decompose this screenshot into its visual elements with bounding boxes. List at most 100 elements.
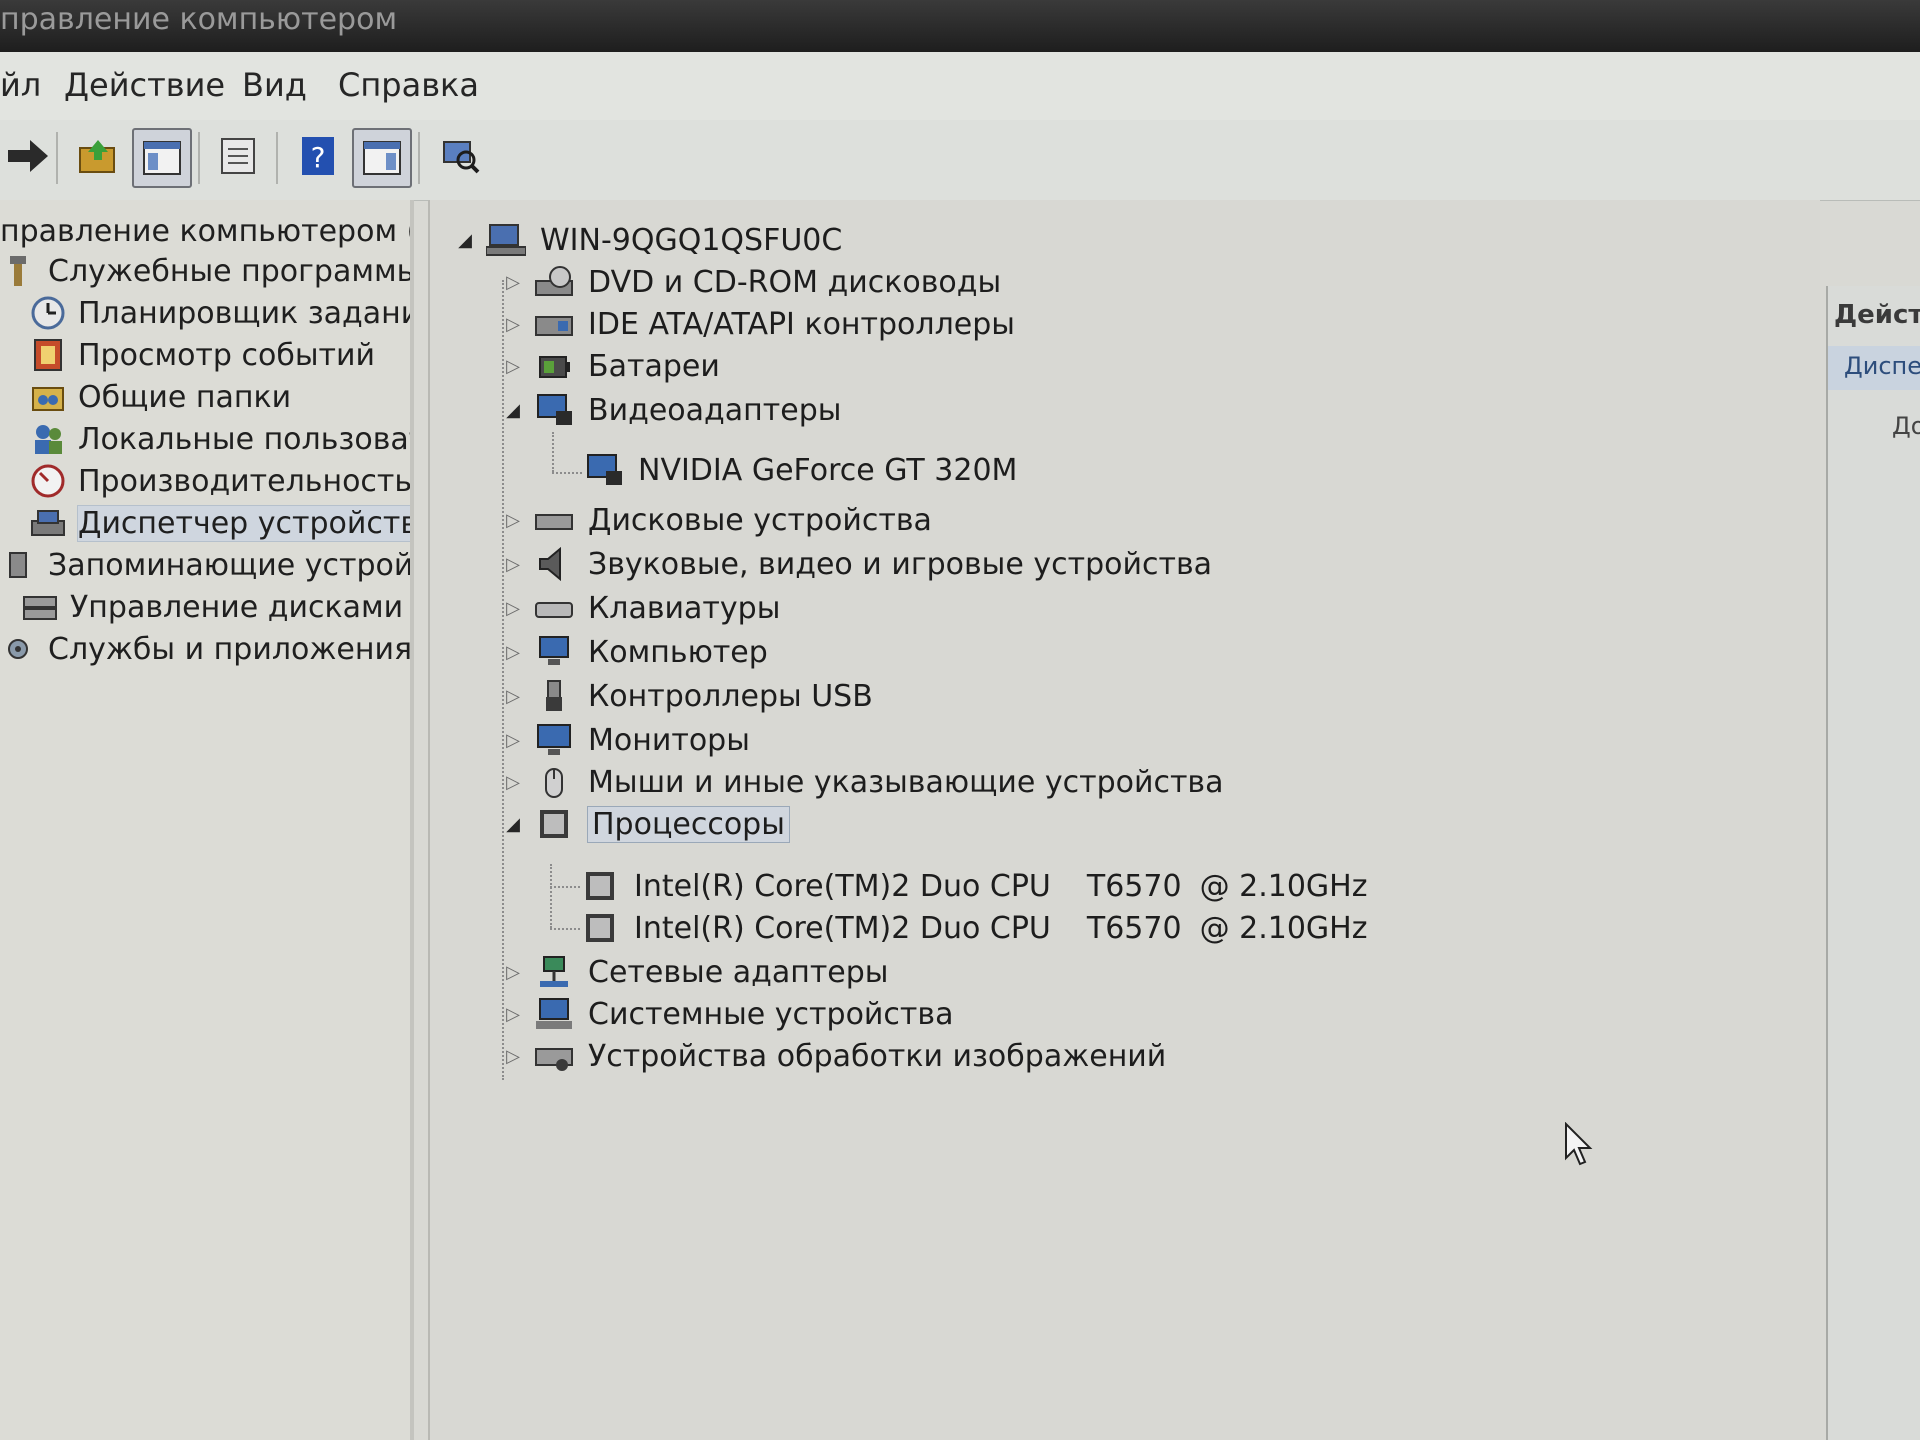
processor-icon bbox=[580, 910, 620, 946]
processor-icon bbox=[534, 806, 574, 842]
dvd-icon bbox=[534, 264, 574, 300]
nav-item-system-tools[interactable]: Служебные программы bbox=[0, 250, 414, 292]
tree-category-dvd[interactable]: ▷ DVD и CD-ROM дисководы bbox=[502, 262, 1001, 302]
tree-category-monitors[interactable]: ▷ Мониторы bbox=[502, 720, 750, 760]
help-icon[interactable]: ? bbox=[290, 128, 346, 184]
expand-arrow-icon[interactable]: ▷ bbox=[502, 554, 524, 575]
disk-management-icon bbox=[22, 589, 58, 625]
actions-pane: Дейст Диспет До bbox=[1826, 286, 1920, 1440]
up-folder-icon[interactable] bbox=[70, 128, 126, 184]
nav-item-event-viewer[interactable]: Просмотр событий bbox=[30, 334, 375, 376]
actions-section-label: Диспет bbox=[1844, 352, 1920, 380]
tree-category-ide[interactable]: ▷ IDE ATA/ATAPI контроллеры bbox=[502, 304, 1015, 344]
tree-category-batteries[interactable]: ▷ Батареи bbox=[502, 346, 720, 386]
category-label: Сетевые адаптеры bbox=[588, 954, 889, 990]
collapse-arrow-icon[interactable]: ◢ bbox=[502, 400, 524, 421]
toolbar-separator bbox=[418, 132, 420, 184]
expand-arrow-icon[interactable]: ▷ bbox=[502, 642, 524, 663]
usb-icon bbox=[534, 678, 574, 714]
processor-icon bbox=[580, 868, 620, 904]
collapse-arrow-icon[interactable]: ◢ bbox=[454, 230, 476, 251]
menu-view[interactable]: Вид bbox=[242, 66, 307, 104]
tree-category-keyboards[interactable]: ▷ Клавиатуры bbox=[502, 588, 780, 628]
tree-root-computer-management[interactable]: правление компьютером (л bbox=[0, 210, 410, 252]
tree-category-system-devices[interactable]: ▷ Системные устройства bbox=[502, 994, 953, 1034]
toolbar: ? bbox=[0, 120, 1920, 201]
category-label: Батареи bbox=[588, 348, 720, 384]
mouse-icon bbox=[534, 764, 574, 800]
nav-item-disk-management[interactable]: Управление дисками bbox=[22, 586, 403, 628]
event-viewer-icon bbox=[30, 337, 66, 373]
expand-arrow-icon[interactable]: ▷ bbox=[502, 272, 524, 293]
tree-category-imaging[interactable]: ▷ Устройства обработки изображений bbox=[502, 1036, 1166, 1076]
nav-item-device-manager[interactable]: Диспетчер устройств bbox=[30, 502, 410, 544]
title-bar: правление компьютером bbox=[0, 0, 1920, 52]
category-label: IDE ATA/ATAPI контроллеры bbox=[588, 306, 1015, 342]
expand-arrow-icon[interactable]: ▷ bbox=[502, 1046, 524, 1067]
device-processor-1[interactable]: Intel(R) Core(TM)2 Duo CPU T6570 @ 2.10G… bbox=[580, 866, 1367, 906]
nav-item-task-scheduler[interactable]: Планировщик заданий bbox=[30, 292, 410, 334]
nav-item-storage[interactable]: Запоминающие устройст bbox=[0, 544, 414, 586]
device-video-adapter[interactable]: NVIDIA GeForce GT 320M bbox=[584, 450, 1017, 490]
category-label: Компьютер bbox=[588, 634, 768, 670]
expand-arrow-icon[interactable]: ▷ bbox=[502, 598, 524, 619]
nav-item-label: Управление дисками bbox=[70, 589, 404, 625]
tree-category-computer[interactable]: ▷ Компьютер bbox=[502, 632, 768, 672]
expand-arrow-icon[interactable]: ▷ bbox=[502, 510, 524, 531]
category-label: Мыши и иные указывающие устройства bbox=[588, 764, 1224, 800]
expand-arrow-icon[interactable]: ▷ bbox=[502, 314, 524, 335]
actions-more-link[interactable]: До bbox=[1892, 412, 1920, 440]
expand-arrow-icon[interactable]: ▷ bbox=[502, 686, 524, 707]
category-label: Видеоадаптеры bbox=[588, 392, 842, 428]
show-tree-icon[interactable] bbox=[132, 128, 192, 188]
expand-arrow-icon[interactable]: ▷ bbox=[502, 962, 524, 983]
expand-arrow-icon[interactable]: ▷ bbox=[502, 772, 524, 793]
computer-icon bbox=[534, 634, 574, 670]
toolbar-separator bbox=[276, 132, 278, 184]
nav-item-services-apps[interactable]: Службы и приложения bbox=[0, 628, 410, 670]
action-pane-icon[interactable] bbox=[352, 128, 412, 188]
device-manager-icon bbox=[30, 505, 66, 541]
nav-item-label: Запоминающие устройст bbox=[48, 547, 414, 583]
monitor-icon bbox=[534, 722, 574, 758]
category-label: Мониторы bbox=[588, 722, 750, 758]
tree-category-display-adapters[interactable]: ◢ Видеоадаптеры bbox=[502, 390, 841, 430]
tree-category-disk-drives[interactable]: ▷ Дисковые устройства bbox=[502, 500, 932, 540]
tree-category-processors[interactable]: ◢ Процессоры bbox=[502, 804, 790, 844]
menu-help[interactable]: Справка bbox=[338, 66, 479, 104]
expand-arrow-icon[interactable]: ▷ bbox=[502, 356, 524, 377]
tree-category-mice[interactable]: ▷ Мыши и иные указывающие устройства bbox=[502, 762, 1224, 802]
forward-icon[interactable] bbox=[0, 128, 56, 184]
imaging-devices-icon bbox=[534, 1038, 574, 1074]
expand-arrow-icon[interactable]: ▷ bbox=[502, 1004, 524, 1025]
expand-arrow-icon[interactable]: ▷ bbox=[502, 730, 524, 751]
menu-file[interactable]: йл bbox=[0, 66, 41, 104]
collapse-arrow-icon[interactable]: ◢ bbox=[502, 814, 524, 835]
tree-category-network[interactable]: ▷ Сетевые адаптеры bbox=[502, 952, 888, 992]
computer-root-icon bbox=[486, 222, 526, 258]
tree-category-usb[interactable]: ▷ Контроллеры USB bbox=[502, 676, 873, 716]
category-label: Системные устройства bbox=[588, 996, 954, 1032]
nav-item-label: Диспетчер устройств bbox=[76, 504, 410, 542]
tree-category-sound[interactable]: ▷ Звуковые, видео и игровые устройства bbox=[502, 544, 1212, 584]
disk-drive-icon bbox=[534, 502, 574, 538]
cpu-frequency: @ 2.10GHz bbox=[1199, 910, 1368, 946]
nav-item-local-users[interactable]: Локальные пользовате bbox=[30, 418, 410, 460]
actions-section-device-manager[interactable]: Диспет bbox=[1828, 346, 1920, 390]
scan-hardware-icon[interactable] bbox=[432, 128, 488, 184]
cpu-name: Intel(R) Core(TM)2 Duo CPU bbox=[634, 910, 1051, 946]
system-devices-icon bbox=[534, 996, 574, 1032]
properties-icon[interactable] bbox=[210, 128, 266, 184]
nav-item-performance[interactable]: Производительность bbox=[30, 460, 410, 502]
category-label: Дисковые устройства bbox=[588, 502, 932, 538]
tree-root-computer[interactable]: ◢ WIN-9QGQ1QSFU0C bbox=[454, 220, 842, 260]
nav-item-shared-folders[interactable]: Общие папки bbox=[30, 376, 291, 418]
device-tree-pane: ◢ WIN-9QGQ1QSFU0C ▷ DVD и CD-ROM дисково… bbox=[428, 200, 1820, 1440]
menu-action[interactable]: Действие bbox=[64, 66, 225, 104]
tree-connector bbox=[550, 886, 580, 888]
display-adapter-icon bbox=[584, 452, 624, 488]
mouse-cursor-icon bbox=[1565, 1122, 1593, 1166]
nav-item-label: Служебные программы bbox=[48, 253, 414, 289]
users-icon bbox=[30, 421, 66, 457]
device-processor-2[interactable]: Intel(R) Core(TM)2 Duo CPU T6570 @ 2.10G… bbox=[580, 908, 1367, 948]
